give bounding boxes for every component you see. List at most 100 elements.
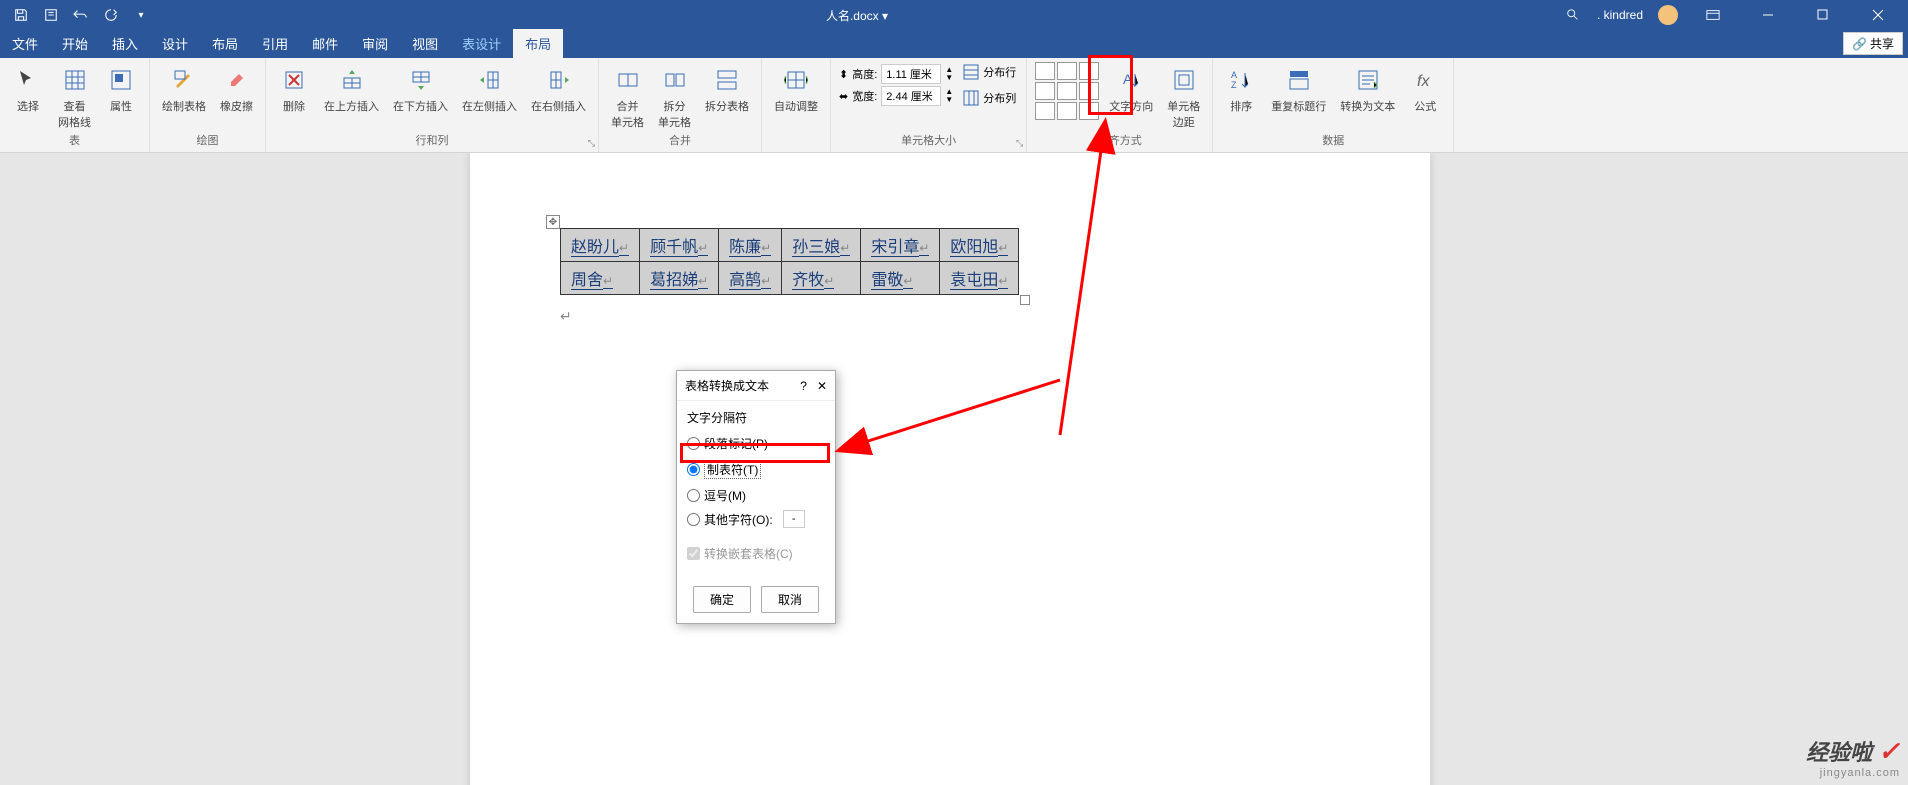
tab-layout[interactable]: 布局 (200, 29, 250, 58)
document-table[interactable]: 赵盼儿↵ 顾千帆↵ 陈廉↵ 孙三娘↵ 宋引章↵ 欧阳旭↵ 周舍↵ 葛招娣↵ 高鹄… (560, 228, 1019, 295)
height-input[interactable] (881, 64, 941, 84)
other-char-input[interactable] (783, 510, 805, 528)
merge-cells-button[interactable]: 合并 单元格 (607, 62, 648, 132)
share-button[interactable]: 🔗 共享 (1843, 32, 1903, 55)
align-tc[interactable] (1057, 62, 1077, 80)
width-spinner[interactable]: ▲▼ (945, 88, 953, 104)
search-icon[interactable] (1564, 6, 1582, 24)
save-icon[interactable] (12, 6, 30, 24)
table-cell[interactable]: 葛招娣↵ (640, 262, 719, 295)
table-cell[interactable]: 周舍↵ (561, 262, 640, 295)
dialog-close-icon[interactable]: ✕ (817, 379, 827, 393)
height-spinner[interactable]: ▲▼ (945, 66, 953, 82)
tab-review[interactable]: 审阅 (350, 29, 400, 58)
table-cell[interactable]: 雷敬↵ (861, 262, 940, 295)
insert-above-button[interactable]: 在上方插入 (320, 62, 383, 116)
draw-table-button[interactable]: 绘制表格 (158, 62, 210, 116)
distribute-rows-button[interactable]: 分布行 (961, 62, 1018, 82)
tab-file[interactable]: 文件 (0, 29, 50, 58)
align-br[interactable] (1079, 102, 1099, 120)
tab-insert[interactable]: 插入 (100, 29, 150, 58)
maximize-button[interactable] (1803, 0, 1843, 30)
repeat-header-button[interactable]: 重复标题行 (1267, 62, 1330, 116)
redo-icon[interactable] (102, 6, 120, 24)
table-cell[interactable]: 宋引章↵ (861, 229, 940, 262)
autosave-icon[interactable] (42, 6, 60, 24)
insert-right-button[interactable]: 在右侧插入 (527, 62, 590, 116)
svg-text:Z: Z (1231, 80, 1237, 90)
formula-label: 公式 (1414, 98, 1436, 114)
radio-comma[interactable]: 逗号(M) (687, 484, 825, 507)
nested-checkbox-input (687, 547, 700, 560)
tab-home[interactable]: 开始 (50, 29, 100, 58)
insert-left-button[interactable]: 在左侧插入 (458, 62, 521, 116)
cancel-button[interactable]: 取消 (761, 586, 819, 613)
table-cell[interactable]: 顾千帆↵ (640, 229, 719, 262)
tab-table-layout[interactable]: 布局 (513, 29, 563, 58)
table-cell[interactable]: 高鹄↵ (719, 262, 782, 295)
radio-tab[interactable]: 制表符(T) (687, 457, 825, 482)
cell-margins-button[interactable]: 单元格 边距 (1163, 62, 1204, 132)
tab-design[interactable]: 设计 (150, 29, 200, 58)
qat-customize-icon[interactable]: ▾ (132, 6, 150, 24)
eraser-button[interactable]: 橡皮擦 (216, 62, 257, 116)
view-gridlines-button[interactable]: 查看 网格线 (54, 62, 95, 132)
tab-references[interactable]: 引用 (250, 29, 300, 58)
table-move-handle-icon[interactable]: ✥ (546, 215, 560, 229)
table-cell[interactable]: 欧阳旭↵ (940, 229, 1019, 262)
cell-size-launcher-icon[interactable]: ⤡ (1016, 138, 1023, 149)
ok-button[interactable]: 确定 (693, 586, 751, 613)
table-cell[interactable]: 孙三娘↵ (782, 229, 861, 262)
properties-button[interactable]: 属性 (101, 62, 141, 116)
select-button[interactable]: 选择 (8, 62, 48, 116)
tab-table-design[interactable]: 表设计 (450, 29, 513, 58)
dialog-title-text: 表格转换成文本 (685, 377, 769, 394)
table-row[interactable]: 赵盼儿↵ 顾千帆↵ 陈廉↵ 孙三娘↵ 宋引章↵ 欧阳旭↵ (561, 229, 1019, 262)
radio-paragraph[interactable]: 段落标记(P) (687, 432, 825, 455)
radio-tab-input[interactable] (687, 463, 700, 476)
radio-other[interactable]: 其他字符(O): (687, 507, 825, 531)
table-cell[interactable]: 袁屯田↵ (940, 262, 1019, 295)
svg-text:A: A (1231, 70, 1237, 80)
rows-cols-launcher-icon[interactable]: ⤡ (588, 138, 595, 149)
text-direction-button[interactable]: A 文字方向 (1105, 62, 1157, 116)
convert-to-text-button[interactable]: 转换为文本 (1336, 62, 1399, 116)
align-tl[interactable] (1035, 62, 1055, 80)
avatar[interactable] (1658, 5, 1678, 25)
autofit-button[interactable]: 自动调整 (770, 62, 822, 116)
width-input[interactable] (881, 86, 941, 106)
align-bc[interactable] (1057, 102, 1077, 120)
radio-paragraph-input[interactable] (687, 437, 700, 450)
undo-icon[interactable] (72, 6, 90, 24)
table-cell[interactable]: 齐牧↵ (782, 262, 861, 295)
delete-button[interactable]: 删除 (274, 62, 314, 116)
table-resize-handle-icon[interactable] (1020, 295, 1030, 305)
align-ml[interactable] (1035, 82, 1055, 100)
minimize-button[interactable] (1748, 0, 1788, 30)
formula-button[interactable]: fx 公式 (1405, 62, 1445, 116)
dialog-titlebar[interactable]: 表格转换成文本 ? ✕ (677, 371, 835, 401)
table-row[interactable]: 周舍↵ 葛招娣↵ 高鹄↵ 齐牧↵ 雷敬↵ 袁屯田↵ (561, 262, 1019, 295)
align-bl[interactable] (1035, 102, 1055, 120)
align-tr[interactable] (1079, 62, 1099, 80)
radio-comma-input[interactable] (687, 489, 700, 502)
split-table-button[interactable]: 拆分表格 (701, 62, 753, 116)
tab-view[interactable]: 视图 (400, 29, 450, 58)
align-mr[interactable] (1079, 82, 1099, 100)
sort-button[interactable]: AZ 排序 (1221, 62, 1261, 116)
nested-tables-checkbox[interactable]: 转换嵌套表格(C) (687, 539, 825, 568)
insert-below-button[interactable]: 在下方插入 (389, 62, 452, 116)
table-cell[interactable]: 陈廉↵ (719, 229, 782, 262)
radio-other-input[interactable] (687, 513, 700, 526)
distribute-cols-button[interactable]: 分布列 (961, 88, 1018, 108)
table-cell[interactable]: 赵盼儿↵ (561, 229, 640, 262)
align-mc[interactable] (1057, 82, 1077, 100)
watermark-url: jingyanla.com (1806, 767, 1900, 779)
close-button[interactable] (1858, 0, 1898, 30)
dialog-help-icon[interactable]: ? (800, 379, 807, 393)
ribbon-display-icon[interactable] (1693, 0, 1733, 30)
username-label[interactable]: . kindred (1597, 8, 1643, 22)
qat: ▾ (0, 6, 150, 24)
tab-mailings[interactable]: 邮件 (300, 29, 350, 58)
split-cells-button[interactable]: 拆分 单元格 (654, 62, 695, 132)
